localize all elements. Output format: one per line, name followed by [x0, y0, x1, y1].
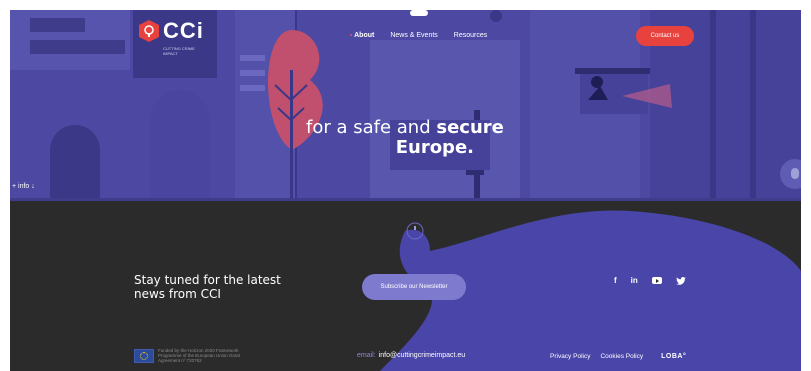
nav-item-about[interactable]: • About: [350, 32, 374, 39]
footer-links: Privacy Policy Cookies Policy LOBA°: [550, 353, 686, 360]
logo[interactable]: CCi CUTTING CRIME IMPACT: [133, 10, 217, 78]
twitter-icon[interactable]: [675, 276, 686, 285]
main-nav: • About News & Events Resources: [350, 32, 487, 39]
hero-tagline: for a safe and secure Europe.: [306, 118, 536, 158]
subscribe-newsletter-button[interactable]: Subscribe our Newsletter: [362, 274, 466, 300]
eu-flag-icon: [134, 349, 154, 363]
contact-email[interactable]: email: info@cuttingcrimeimpact.eu: [357, 352, 465, 359]
hero-section: CCi CUTTING CRIME IMPACT • About News & E…: [10, 10, 801, 201]
tagline-bold: secure: [436, 117, 504, 138]
page-frame: CCi CUTTING CRIME IMPACT • About News & E…: [10, 10, 801, 371]
cookies-policy-link[interactable]: Cookies Policy: [600, 353, 643, 360]
nav-item-resources[interactable]: Resources: [454, 32, 487, 39]
eu-funding-text: Funded by the Horizon 2020 Framework Pro…: [158, 348, 241, 363]
logo-subtitle: CUTTING CRIME IMPACT: [163, 46, 195, 56]
privacy-policy-link[interactable]: Privacy Policy: [550, 353, 590, 360]
facebook-icon[interactable]: f: [614, 276, 617, 285]
active-dot-icon: •: [350, 33, 353, 39]
youtube-icon[interactable]: [651, 277, 662, 284]
nav-item-label: About: [354, 32, 375, 39]
logo-text: CCi: [163, 18, 204, 43]
loba-logo[interactable]: LOBA°: [661, 353, 686, 360]
email-value[interactable]: info@cuttingcrimeimpact.eu: [379, 352, 465, 359]
tagline-text: for a safe and: [306, 117, 437, 138]
stay-tuned-text: Stay tuned for the latest news from CCI: [134, 273, 281, 301]
social-links: f in: [614, 276, 686, 285]
linkedin-icon[interactable]: in: [631, 276, 638, 285]
logo-mark-icon: [139, 20, 159, 42]
nav-item-news-events[interactable]: News & Events: [390, 32, 437, 39]
tagline-line-2: Europe.: [395, 137, 474, 158]
email-label: email:: [357, 352, 376, 359]
contact-button[interactable]: Contact us: [636, 26, 694, 46]
footer-section: Stay tuned for the latest news from CCI …: [10, 201, 801, 371]
more-info-link[interactable]: + info ↓: [12, 183, 35, 190]
